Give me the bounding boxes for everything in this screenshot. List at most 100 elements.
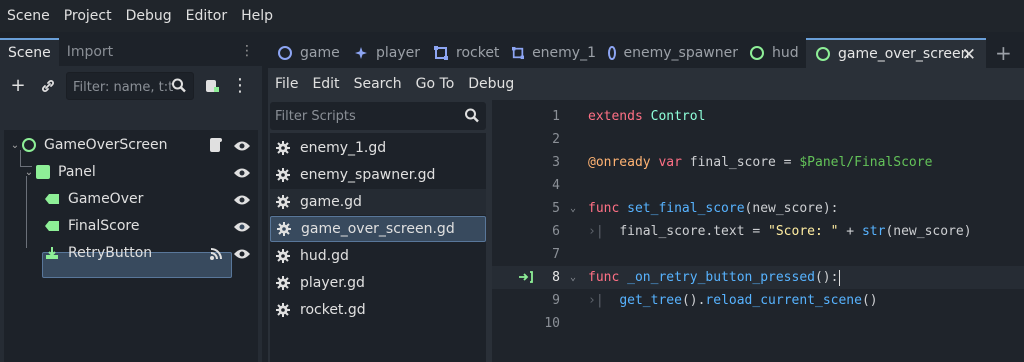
tab-label: game xyxy=(300,45,340,61)
tab-enemy-spawner[interactable]: enemy_spawner xyxy=(598,38,738,68)
label-node-icon xyxy=(45,194,59,204)
fold-chevron-icon[interactable]: ⌄ xyxy=(570,266,576,289)
tab-hud[interactable]: hud xyxy=(740,38,804,68)
visibility-eye-icon[interactable] xyxy=(233,220,251,234)
script-name: enemy_spawner.gd xyxy=(300,167,436,183)
list-item[interactable]: hud.gd xyxy=(270,243,486,269)
dock-menu-icon[interactable]: ⋮ xyxy=(240,43,254,59)
tab-player[interactable]: player xyxy=(344,38,422,68)
line-number: 5 xyxy=(552,201,560,216)
chevron-down-icon[interactable]: ⌄ xyxy=(22,167,36,178)
tab-label: enemy_spawner xyxy=(623,45,738,61)
list-item[interactable]: rocket.gd xyxy=(270,297,486,323)
tab-game[interactable]: game xyxy=(268,38,342,68)
tab-rocket[interactable]: rocket xyxy=(424,38,500,68)
tab-label: rocket xyxy=(456,45,500,61)
scene-toolbar: + ⋮ xyxy=(0,70,262,102)
script-editor: File Edit Search Go To Debug enemy_1.gd … xyxy=(268,68,1024,362)
signal-icon[interactable] xyxy=(209,247,223,261)
script-name: enemy_1.gd xyxy=(300,140,387,156)
area2d-icon xyxy=(512,46,525,60)
menu-search[interactable]: Search xyxy=(347,76,409,92)
menu-help[interactable]: Help xyxy=(234,0,280,32)
menu-debug[interactable]: Debug xyxy=(119,0,179,32)
chevron-down-icon[interactable]: ⌄ xyxy=(8,140,22,151)
menu-editor[interactable]: Editor xyxy=(179,0,234,32)
menu-debug[interactable]: Debug xyxy=(461,76,521,92)
line-number: 4 xyxy=(552,178,560,193)
tab-import[interactable]: Import xyxy=(59,38,121,66)
gear-icon xyxy=(276,195,290,209)
code-line: 6 ›| final_score.text = "Score: " + str(… xyxy=(492,220,1024,243)
list-item[interactable]: enemy_spawner.gd xyxy=(270,162,486,188)
scene-tree: ⌄ GameOverScreen ⌄ Panel GameOver FinalS… xyxy=(4,130,258,362)
tab-scene[interactable]: Scene xyxy=(0,38,59,66)
line-number: 10 xyxy=(544,316,560,331)
script-name: player.gd xyxy=(300,275,365,291)
node-label: FinalScore xyxy=(68,218,140,234)
gear-icon xyxy=(276,141,290,155)
scene-filter xyxy=(66,72,194,100)
area2d-icon xyxy=(434,46,448,60)
scene-filter-input[interactable] xyxy=(73,77,173,97)
line-number: 3 xyxy=(552,155,560,170)
script-filter xyxy=(270,102,486,130)
tree-node-panel[interactable]: ⌄ Panel xyxy=(14,159,96,185)
list-item[interactable]: game_over_screen.gd xyxy=(270,216,486,242)
search-icon xyxy=(172,78,186,93)
tree-node-retrybutton[interactable]: RetryButton xyxy=(44,240,152,266)
list-item[interactable]: game.gd xyxy=(270,189,486,215)
dock-tabs: Scene Import xyxy=(0,38,262,66)
list-item[interactable]: enemy_1.gd xyxy=(270,135,486,161)
tab-label: hud xyxy=(772,45,799,61)
code-line: 10 xyxy=(492,312,1024,335)
line-number: 2 xyxy=(552,132,560,147)
menu-edit[interactable]: Edit xyxy=(305,76,346,92)
code-text: @onready var final_score = $Panel/FinalS… xyxy=(588,155,933,170)
tab-enemy-1[interactable]: enemy_1 xyxy=(502,38,596,68)
tree-node-gameover[interactable]: GameOver xyxy=(44,186,143,212)
code-line: 3 @onready var final_score = $Panel/Fina… xyxy=(492,151,1024,174)
link-icon[interactable] xyxy=(36,74,60,98)
code-line: 7 xyxy=(492,243,1024,266)
gear-icon xyxy=(276,276,290,290)
code-editor[interactable]: 1 extends Control 2 3 @onready var final… xyxy=(492,100,1024,362)
list-item[interactable]: player.gd xyxy=(270,270,486,296)
script-list-panel: enemy_1.gd enemy_spawner.gd game.gd game… xyxy=(270,100,486,362)
code-line: 4 xyxy=(492,174,1024,197)
script-icon[interactable] xyxy=(209,137,223,153)
code-line: 9 ›| get_tree().reload_current_scene() xyxy=(492,289,1024,312)
control-circle-icon xyxy=(750,46,764,60)
node2d-icon xyxy=(355,47,367,59)
main-menubar: Scene Project Debug Editor Help xyxy=(0,0,1024,32)
tab-game-over-screen[interactable]: game_over_screen ✕ xyxy=(806,38,986,68)
control-circle-icon xyxy=(608,46,616,60)
control-circle-icon xyxy=(278,46,292,60)
attach-script-icon[interactable] xyxy=(200,74,224,98)
menu-file[interactable]: File xyxy=(268,76,305,92)
more-icon[interactable]: ⋮ xyxy=(228,74,252,98)
tab-label: enemy_1 xyxy=(532,45,596,61)
label-node-icon xyxy=(45,221,59,231)
menu-goto[interactable]: Go To xyxy=(409,76,462,92)
menu-project[interactable]: Project xyxy=(57,0,119,32)
panel-node-icon xyxy=(36,165,50,179)
node-label: Panel xyxy=(58,164,96,180)
new-tab-icon[interactable]: + xyxy=(995,41,1012,65)
tree-node-gameoverscreen[interactable]: ⌄ GameOverScreen xyxy=(8,132,168,158)
visibility-eye-icon[interactable] xyxy=(233,166,251,180)
scene-dock: Scene Import ⋮ + ⋮ ⌄ xyxy=(0,38,262,362)
visibility-eye-icon[interactable] xyxy=(233,139,251,153)
fold-chevron-icon[interactable]: ⌄ xyxy=(570,197,576,220)
menu-scene[interactable]: Scene xyxy=(0,0,57,32)
close-icon[interactable]: ✕ xyxy=(962,45,976,65)
visibility-eye-icon[interactable] xyxy=(233,247,251,261)
script-filter-input[interactable] xyxy=(275,106,445,126)
script-menubar: File Edit Search Go To Debug xyxy=(268,68,1024,100)
tab-indent-icon: ›| xyxy=(588,224,604,239)
add-node-icon[interactable]: + xyxy=(6,74,30,98)
gear-icon xyxy=(277,222,291,236)
tree-node-finalscore[interactable]: FinalScore xyxy=(44,213,139,239)
tab-indent-icon: ›| xyxy=(588,293,604,308)
visibility-eye-icon[interactable] xyxy=(233,193,251,207)
